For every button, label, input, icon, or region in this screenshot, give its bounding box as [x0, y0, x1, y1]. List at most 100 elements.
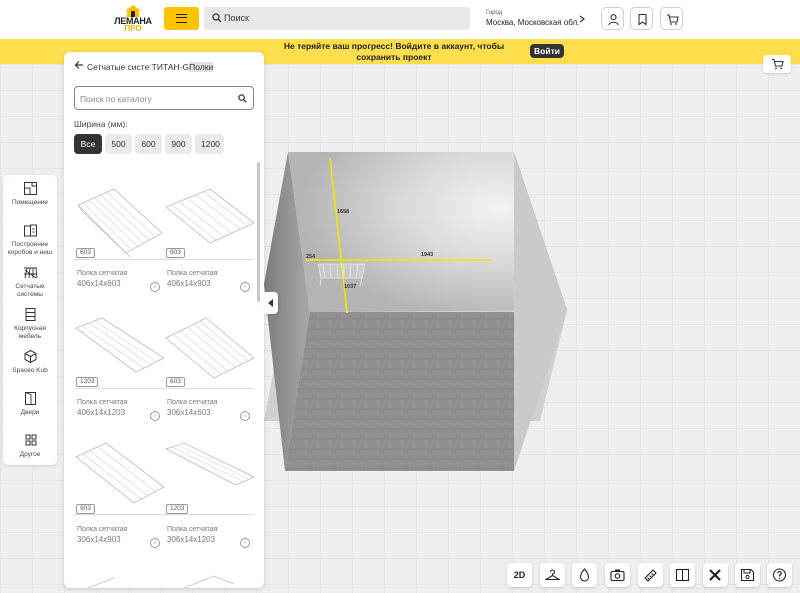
product-name: Полка сетчатая [167, 270, 218, 277]
width-chip-1200[interactable]: 1200 [195, 134, 224, 154]
width-tag: 603 [166, 377, 185, 387]
top-header: ЛЕМАНА ПРО Поиск Город Москва, Московска… [0, 0, 800, 39]
tool-label: Другое [19, 451, 41, 458]
split-view-button[interactable] [670, 563, 695, 587]
tool-label: Помещение [11, 199, 49, 206]
product-size: 406x14x903 [167, 279, 211, 288]
product-name: Полка сетчатая [77, 399, 128, 406]
product-name: Полка сетчатая [77, 270, 128, 277]
tool-other[interactable]: Другое [3, 433, 57, 477]
width-chip-500[interactable]: 500 [105, 134, 132, 154]
grid-icon [25, 434, 36, 446]
cabinet-icon [25, 308, 35, 321]
chevron-right-icon[interactable] [578, 15, 586, 23]
product-name: Полка сетчатая [77, 526, 128, 533]
product-size: 406x14x1203 [77, 408, 126, 417]
mesh-shelf-icon [23, 267, 37, 279]
tool-boxes[interactable]: Построение коробов и ниш [3, 223, 57, 267]
cube-icon [24, 349, 36, 364]
room-plan-icon [23, 182, 37, 195]
product-card[interactable]: 603 Полка сетчатая 406x14x603 i [74, 185, 164, 315]
product-card[interactable]: 1203 Полка сетчатая 406x14x1203 i [74, 314, 164, 444]
product-size: 406x14x603 [77, 279, 121, 288]
shelf-thumbnail-partial [87, 575, 235, 588]
lighting-button[interactable] [572, 563, 597, 587]
info-icon[interactable]: i [150, 538, 160, 548]
tool-doors[interactable]: Двери [3, 391, 57, 435]
project-cart-button[interactable] [763, 55, 791, 73]
measure-icon [644, 569, 657, 582]
row-divider [74, 388, 254, 389]
dim-right-label: 1943 [421, 252, 433, 258]
width-chip-900[interactable]: 900 [165, 134, 192, 154]
product-card[interactable]: 603 Полка сетчатая 306x14x603 i [164, 314, 254, 444]
catalog-search-placeholder: Поиск по каталогу [80, 94, 152, 104]
dim-shelf-label: 1037 [344, 284, 356, 290]
product-card[interactable]: 1203 Полка сетчатая 306x14x1203 i [164, 441, 254, 571]
catalog-search-input[interactable]: Поиск по каталогу [74, 86, 254, 110]
catalog-menu-button[interactable] [164, 7, 199, 30]
info-icon[interactable]: i [150, 411, 160, 421]
breadcrumb-parent[interactable]: Сетчатые систе ТИТАН-G [87, 62, 189, 72]
user-icon [608, 14, 619, 26]
profile-button[interactable] [601, 7, 624, 30]
menu-icon [176, 14, 187, 23]
product-size: 306x14x603 [167, 408, 211, 417]
dim-left-label: 254 [306, 254, 316, 260]
cart-icon [667, 14, 679, 25]
left-toolbar: Помещение Построение коробов и ниш Сетча… [3, 175, 57, 465]
city-selector[interactable]: Москва, Московская обл. [486, 18, 579, 27]
wardrobe-button[interactable] [540, 563, 565, 587]
tool-label: Двери [20, 409, 40, 416]
camera-icon [610, 569, 625, 582]
search-icon[interactable] [238, 94, 247, 103]
tool-label: Корпусная мебель [14, 325, 46, 340]
product-card[interactable]: 903 Полка сетчатая 406x14x903 i [164, 185, 254, 315]
boxes-icon [23, 224, 37, 237]
tool-label: Сетчатые системы [15, 283, 45, 298]
hanger-icon [545, 569, 560, 581]
tool-spaceo-kub[interactable]: Spaceo Kub [3, 349, 57, 393]
cart-button[interactable] [660, 7, 683, 30]
login-button[interactable]: Войти [530, 44, 564, 58]
width-chip-600[interactable]: 600 [135, 134, 162, 154]
door-icon [24, 392, 36, 405]
product-size: 306x14x1203 [167, 535, 216, 544]
city-label: Город [486, 10, 503, 16]
light-icon [579, 568, 590, 582]
tool-mesh-systems[interactable]: Сетчатые системы [3, 265, 57, 309]
tools-button[interactable] [703, 563, 728, 587]
row-divider [74, 259, 254, 260]
row-divider [74, 514, 254, 515]
info-icon[interactable]: i [240, 282, 250, 292]
info-icon[interactable]: i [240, 538, 250, 548]
chevron-left-icon [268, 299, 273, 307]
tool-cabinet[interactable]: Корпусная мебель [3, 307, 57, 351]
width-chip-all[interactable]: Все [74, 134, 102, 154]
breadcrumb-current: Полки [189, 62, 214, 72]
panel-scrollbar[interactable] [257, 162, 260, 302]
brand-logo[interactable]: ЛЕМАНА ПРО [113, 5, 153, 35]
view-2d-label: 2D [513, 570, 526, 580]
search-icon [212, 13, 222, 23]
bookmarks-button[interactable] [630, 7, 653, 30]
cart-icon [772, 58, 784, 70]
tool-label: Построение коробов и ниш [7, 241, 53, 256]
catalog-panel: Сетчатые систе ТИТАН-GПолки Поиск по кат… [64, 52, 264, 588]
info-icon[interactable]: i [240, 411, 250, 421]
back-arrow-icon[interactable] [74, 60, 84, 70]
save-button[interactable] [735, 563, 760, 587]
breadcrumb: Сетчатые систе ТИТАН-GПолки [87, 62, 214, 72]
width-filter-label: Ширина (мм): [74, 119, 128, 129]
measure-button[interactable] [638, 563, 663, 587]
tool-room[interactable]: Помещение [3, 181, 57, 225]
screenshot-button[interactable] [605, 563, 630, 587]
search-placeholder: Поиск [224, 13, 249, 23]
collapse-panel-button[interactable] [264, 292, 278, 314]
product-card[interactable]: 903 Полка сетчатая 306x14x903 i [74, 441, 164, 571]
info-icon[interactable]: i [150, 282, 160, 292]
split-view-icon [675, 568, 690, 582]
help-button[interactable] [767, 563, 792, 587]
view-2d-button[interactable]: 2D [507, 563, 532, 587]
search-input[interactable]: Поиск [204, 7, 470, 30]
